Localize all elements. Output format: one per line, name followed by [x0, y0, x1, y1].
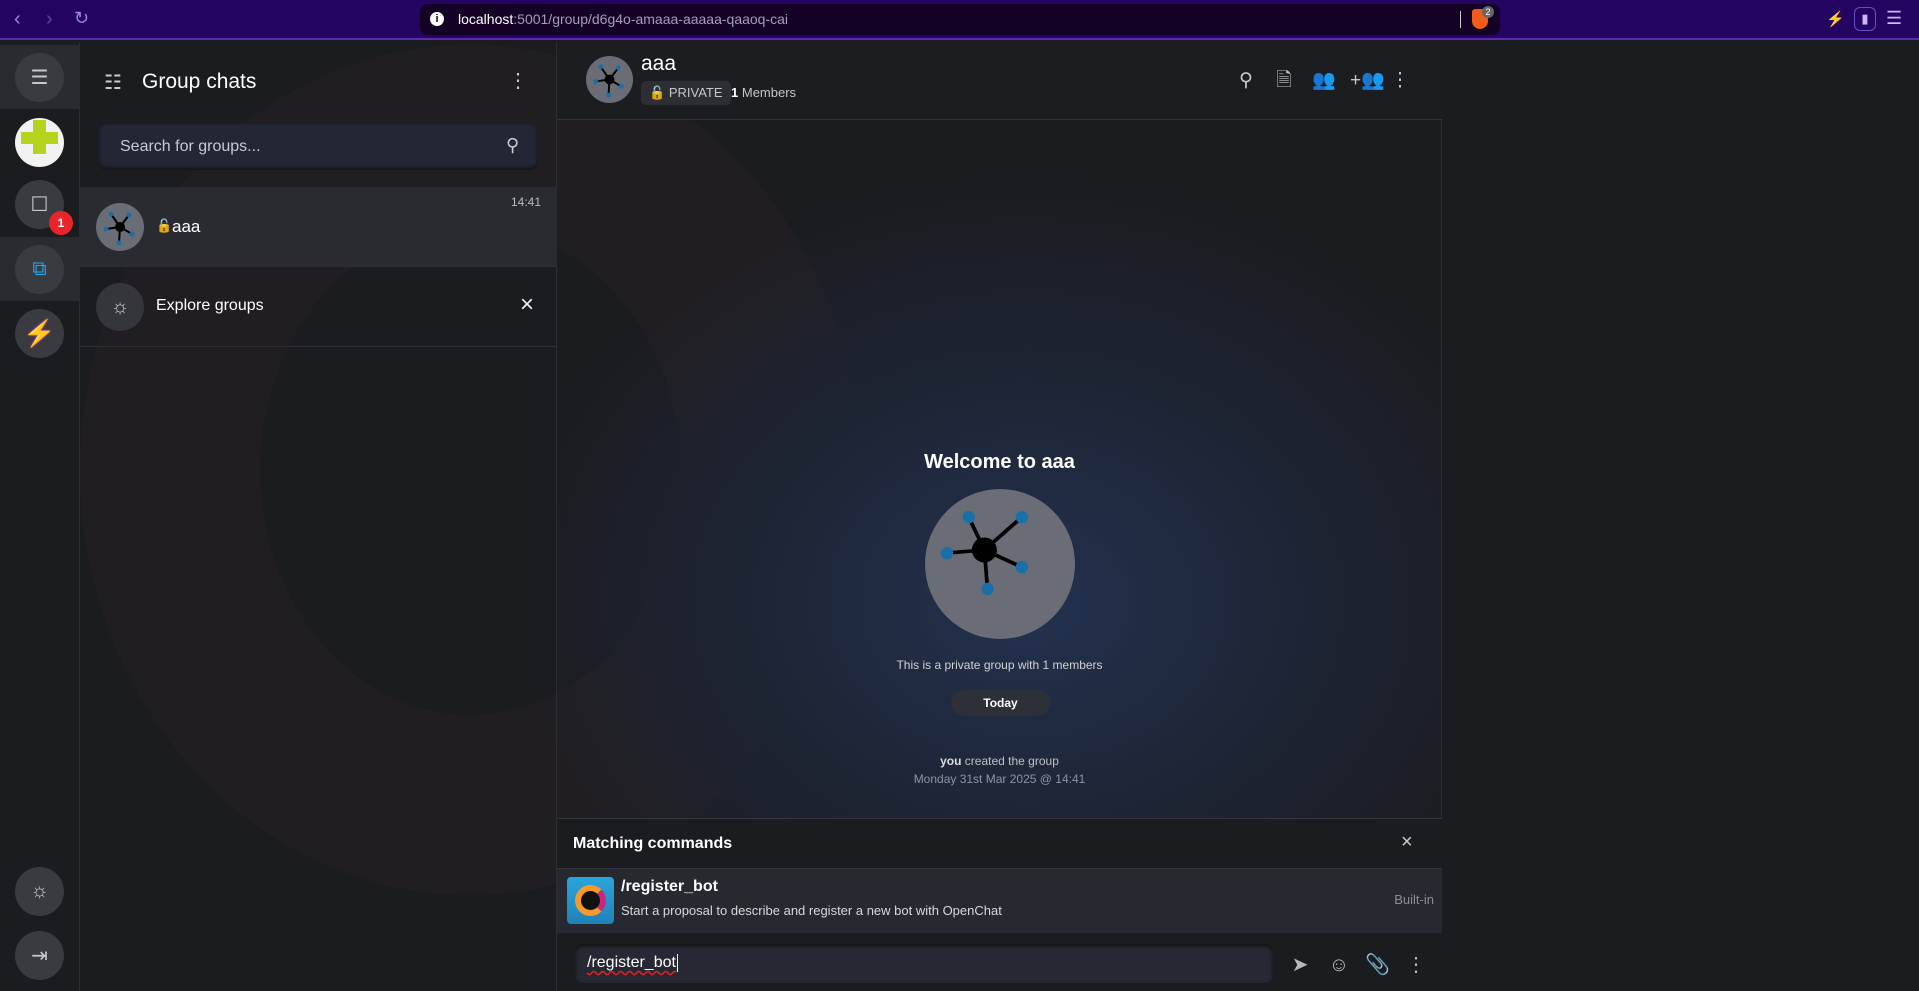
send-icon[interactable]: ➤: [1288, 953, 1312, 977]
menu-icon[interactable]: ☰: [1886, 8, 1902, 29]
url-path: :5001/group/d6g4o-amaaa-aaaaa-qaaoq-cai: [513, 11, 789, 27]
group-chats-button[interactable]: ⧉: [15, 245, 64, 294]
close-icon[interactable]: ×: [1401, 831, 1413, 854]
search-icon[interactable]: ⚲: [1235, 70, 1257, 92]
bots-button[interactable]: ⚡: [15, 309, 64, 358]
search-input[interactable]: Search for groups... ⚲: [98, 124, 538, 170]
back-icon[interactable]: ‹: [14, 8, 21, 31]
attachment-icon[interactable]: 📎: [1365, 953, 1390, 977]
chat-title: aaa: [641, 52, 677, 75]
compass-icon: ☼: [96, 283, 144, 331]
members-label: Members: [741, 85, 797, 100]
logout-icon: ⇥: [31, 945, 48, 967]
shield-count: 2: [1482, 6, 1494, 18]
leo-icon[interactable]: ⚡: [1826, 10, 1845, 28]
logout-button[interactable]: ⇥: [15, 931, 64, 980]
chat-bubble-icon: ☐: [30, 194, 49, 216]
close-icon[interactable]: ×: [520, 291, 534, 319]
left-rail: ☰ ☐ 1 ⧉ ⚡ ☼ ⇥: [0, 42, 80, 991]
forward-icon[interactable]: ›: [46, 8, 53, 31]
lock-icon: 🔓: [156, 218, 173, 233]
command-item[interactable]: /register_bot Start a proposal to descri…: [557, 868, 1442, 934]
message-input[interactable]: /register_bot: [575, 944, 1273, 983]
welcome-title: Welcome to aaa: [924, 451, 1075, 473]
user-avatar[interactable]: [15, 118, 64, 167]
group-time: 14:41: [511, 195, 542, 209]
event-time: Monday 31st Mar 2025 @ 14:41: [913, 772, 1086, 786]
more-options-icon[interactable]: ⋮: [1389, 70, 1411, 92]
panel-title: Group chats: [142, 70, 257, 93]
reload-icon[interactable]: ↻: [74, 8, 89, 29]
unread-badge: 1: [49, 211, 73, 235]
group-avatar: [96, 203, 144, 251]
lightning-icon: ⚡: [23, 318, 56, 348]
openchat-logo-icon: [567, 877, 614, 924]
privacy-label: PRIVATE: [668, 85, 723, 100]
explore-label: Explore groups: [156, 297, 264, 314]
document-icon[interactable]: 🗎: [1273, 70, 1295, 92]
command-name: /register_bot: [621, 878, 718, 895]
site-info-icon[interactable]: i: [430, 12, 444, 26]
more-options-icon[interactable]: ⋮: [1404, 953, 1428, 977]
search-icon[interactable]: ⚲: [506, 135, 519, 156]
lock-icon: 🔓: [649, 85, 666, 100]
group-avatar-large: [925, 489, 1075, 639]
message-composer: /register_bot ➤ ☺ 📎 ⋮: [557, 933, 1442, 991]
group-list-item[interactable]: 🔓 aaa 14:41: [80, 187, 557, 267]
chat-header: aaa 🔓 PRIVATE 1 Members ⚲ 🗎 👥 +👥 ⋮: [557, 42, 1442, 120]
wallet-icon[interactable]: ▮: [1854, 7, 1876, 31]
hamburger-menu-button[interactable]: ☰: [15, 53, 64, 102]
message-input-value: /register_bot: [587, 954, 678, 972]
more-options-icon[interactable]: ⋮: [508, 68, 528, 93]
commands-title: Matching commands: [573, 835, 733, 852]
date-pill: Today: [951, 690, 1050, 716]
group-list-panel: ☷ Group chats ⋮ Search for groups... ⚲ 🔓…: [80, 42, 557, 991]
member-count[interactable]: 1 Members: [731, 85, 796, 100]
matching-commands-panel: Matching commands × /register_bot Start …: [557, 818, 1442, 934]
members-icon[interactable]: 👥: [1312, 70, 1336, 92]
command-tag: Built-in: [1394, 892, 1434, 907]
add-member-icon[interactable]: +👥: [1350, 70, 1385, 92]
emoji-icon[interactable]: ☺: [1327, 953, 1351, 977]
hamburger-icon: ☰: [30, 67, 49, 89]
search-placeholder: Search for groups...: [120, 138, 261, 155]
group-chat-icon: ⧉: [32, 258, 47, 280]
member-number: 1: [731, 85, 739, 100]
group-name: aaa: [172, 217, 201, 236]
privacy-badge: 🔓 PRIVATE: [641, 81, 731, 105]
url-host: localhost: [458, 11, 514, 27]
address-bar[interactable]: i localhost:5001/group/d6g4o-amaaa-aaaaa…: [420, 4, 1500, 35]
compass-icon: ☼: [30, 880, 49, 902]
command-description: Start a proposal to describe and registe…: [621, 903, 1002, 918]
explore-groups-item[interactable]: ☼ Explore groups ×: [80, 267, 557, 347]
event-text: created the group: [964, 754, 1059, 768]
chat-panel: aaa 🔓 PRIVATE 1 Members ⚲ 🗎 👥 +👥 ⋮ Welco…: [557, 42, 1442, 991]
explore-button[interactable]: ☼: [15, 867, 64, 916]
event-actor: you: [940, 754, 962, 768]
event-message: you created the group: [557, 754, 1442, 768]
chat-avatar[interactable]: [586, 56, 633, 103]
private-note: This is a private group with 1 members: [896, 658, 1103, 672]
browser-toolbar: ‹ › ↻ i localhost:5001/group/d6g4o-amaaa…: [0, 0, 1919, 40]
group-chat-icon: ☷: [104, 72, 122, 94]
